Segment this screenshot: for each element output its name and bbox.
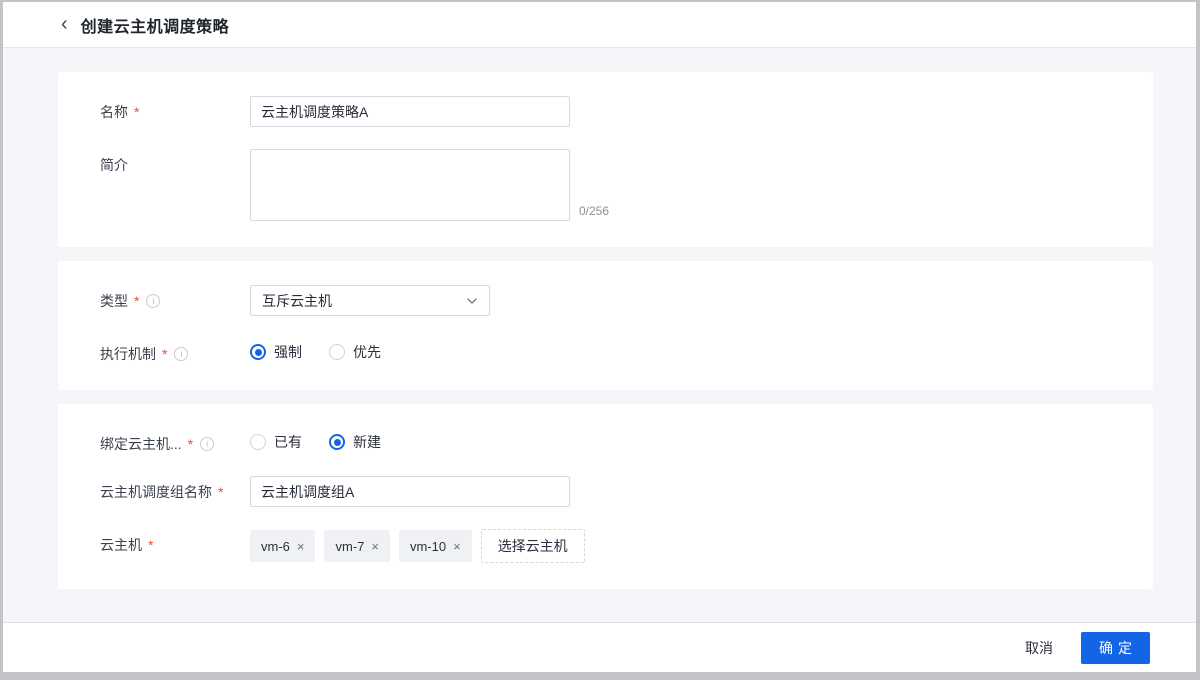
cancel-button[interactable]: 取消 xyxy=(1025,638,1053,658)
radio-unselected-icon xyxy=(250,434,266,450)
radio-new[interactable]: 新建 xyxy=(329,432,381,452)
required-asterisk: * xyxy=(162,346,168,362)
binding-card: 绑定云主机... * i 已有 新建 云主机调度组名称 * 云主机调度组A 云主… xyxy=(58,404,1153,589)
required-asterisk: * xyxy=(187,436,194,452)
type-label: 类型 xyxy=(100,293,128,309)
type-control: 互斥云主机 xyxy=(250,285,490,316)
intro-label: 简介 xyxy=(100,157,128,173)
mechanism-label: 执行机制 xyxy=(100,346,156,362)
radio-label: 已有 xyxy=(274,434,302,450)
radio-existing[interactable]: 已有 xyxy=(250,432,302,452)
vm-tag-label: vm-7 xyxy=(335,538,365,554)
vm-tag: vm-7 × xyxy=(324,530,390,562)
policy-type-card: 类型 * i 互斥云主机 执行机制 * i 强制 优先 xyxy=(58,261,1153,390)
back-icon[interactable]: ‹ xyxy=(61,14,68,34)
group-name-control xyxy=(250,476,570,507)
group-name-row: 云主机调度组名称 * xyxy=(100,476,1153,507)
radio-label: 新建 xyxy=(353,434,381,450)
close-icon[interactable]: × xyxy=(453,540,461,553)
info-icon[interactable]: i xyxy=(200,437,215,451)
radio-selected-icon xyxy=(250,344,266,360)
name-control xyxy=(250,96,570,127)
radio-label: 强制 xyxy=(274,344,302,360)
vm-tag: vm-10 × xyxy=(398,530,472,562)
type-row: 类型 * i 互斥云主机 xyxy=(100,285,1153,316)
confirm-button[interactable]: 确定 xyxy=(1081,631,1150,664)
required-asterisk: * xyxy=(134,104,140,120)
radio-selected-icon xyxy=(329,434,345,450)
radio-label: 优先 xyxy=(353,344,381,360)
chevron-down-icon xyxy=(466,295,478,307)
intro-control: 0/256 xyxy=(250,149,609,221)
name-input[interactable] xyxy=(250,96,570,127)
char-counter: 0/256 xyxy=(579,204,610,218)
vm-tag-label: vm-10 xyxy=(409,538,447,554)
required-asterisk: * xyxy=(148,537,154,553)
vm-tag-label: vm-6 xyxy=(261,538,290,554)
mechanism-radio-group: 强制 优先 xyxy=(250,338,381,362)
radio-mandatory[interactable]: 强制 xyxy=(250,342,302,362)
mechanism-label-group: 执行机制 * i xyxy=(100,338,250,364)
intro-row: 简介 0/256 xyxy=(100,149,1153,221)
vms-label: 云主机 xyxy=(100,537,142,553)
bind-group-label-group: 绑定云主机... * i xyxy=(100,428,250,454)
page-title: 创建云主机调度策略 xyxy=(80,18,230,36)
footer-action-bar: 取消 确定 xyxy=(3,622,1196,672)
required-asterisk: * xyxy=(218,484,224,500)
info-icon[interactable]: i xyxy=(146,294,161,308)
bind-group-radio-group: 已有 新建 xyxy=(250,428,381,452)
name-label: 名称 xyxy=(100,104,128,120)
intro-textarea[interactable] xyxy=(250,149,570,221)
name-label-group: 名称 * xyxy=(100,96,250,122)
intro-label-group: 简介 xyxy=(100,149,250,175)
radio-priority[interactable]: 优先 xyxy=(329,342,381,362)
info-icon[interactable]: i xyxy=(174,347,189,361)
vms-label-group: 云主机 * xyxy=(100,529,250,555)
select-vm-button[interactable]: 选择云主机 xyxy=(480,529,585,563)
bind-group-row: 绑定云主机... * i 已有 新建 xyxy=(100,428,1153,454)
create-scheduling-policy-page: ‹ 创建云主机调度策略 名称 * 简介 0/256 xyxy=(0,0,1200,680)
vm-tag: vm-6 × xyxy=(250,530,316,562)
mechanism-row: 执行机制 * i 强制 优先 xyxy=(100,338,1153,364)
group-name-label-group: 云主机调度组名称 * xyxy=(100,476,250,502)
form-content: 名称 * 简介 0/256 类型 * i xyxy=(3,48,1196,622)
page-header: ‹ 创建云主机调度策略 xyxy=(3,2,1196,48)
close-icon[interactable]: × xyxy=(297,540,305,553)
required-asterisk: * xyxy=(134,293,140,309)
type-label-group: 类型 * i xyxy=(100,285,250,311)
vms-control: vm-6 × vm-7 × vm-10 × 选择云主机 xyxy=(250,529,585,563)
bind-group-label: 绑定云主机... xyxy=(100,436,182,452)
close-icon[interactable]: × xyxy=(371,540,379,553)
basic-info-card: 名称 * 简介 0/256 xyxy=(58,72,1153,247)
type-select[interactable]: 互斥云主机 xyxy=(250,285,490,316)
type-select-value: 互斥云主机 xyxy=(262,292,332,309)
group-name-input[interactable] xyxy=(250,476,570,507)
name-row: 名称 * xyxy=(100,96,1153,127)
vms-row: 云主机 * vm-6 × vm-7 × vm-10 × 选择云主机 xyxy=(100,529,1153,563)
radio-unselected-icon xyxy=(329,344,345,360)
group-name-label: 云主机调度组名称 xyxy=(100,484,212,500)
